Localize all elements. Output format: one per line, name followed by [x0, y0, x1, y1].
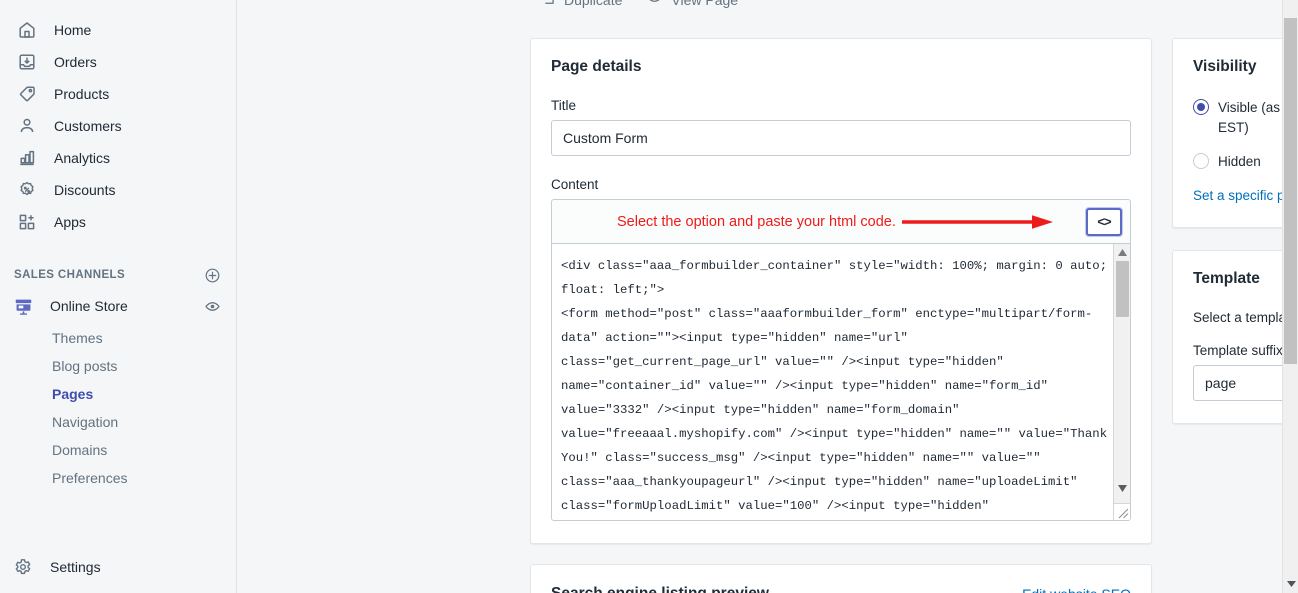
sidebar-item-label: Discounts — [54, 182, 116, 198]
scrollbar-thumb[interactable] — [1116, 261, 1129, 317]
eye-icon[interactable] — [202, 296, 222, 316]
sidebar-item-label: Home — [54, 22, 92, 38]
annotation-arrow-icon — [901, 214, 1053, 229]
scroll-up-icon[interactable] — [1114, 244, 1130, 260]
content-columns: Page details Title Content Select the op… — [237, 0, 1298, 593]
sidebar-item-label: Settings — [50, 559, 101, 575]
shopify-admin-page: Home Orders Products Customers Analytics… — [0, 0, 1298, 593]
annotation-overlay: Select the option and paste your html co… — [617, 214, 1054, 230]
radio-visible[interactable] — [1193, 99, 1209, 115]
content-editor: Select the option and paste your html co… — [551, 199, 1131, 521]
customers-icon — [16, 115, 38, 137]
sidebar-item-home[interactable]: Home — [4, 14, 228, 46]
title-input[interactable] — [551, 120, 1131, 156]
gear-icon — [12, 556, 34, 578]
sidebar-item-products[interactable]: Products — [4, 78, 228, 110]
page-scrollbar-thumb[interactable] — [1284, 18, 1297, 364]
page-scroll-down-icon[interactable] — [1283, 576, 1298, 592]
right-column: Visibility Visible (as of 2018-02-27 6:0… — [1172, 38, 1298, 593]
online-store-icon — [12, 295, 34, 317]
duplicate-button[interactable]: Duplicate — [539, 0, 622, 11]
view-page-label: View Page — [671, 0, 739, 8]
content-field-label: Content — [551, 177, 599, 192]
sidebar-item-label: Apps — [54, 214, 86, 230]
sidebar-item-orders[interactable]: Orders — [4, 46, 228, 78]
analytics-bar-chart-icon — [16, 147, 38, 169]
annotation-text: Select the option and paste your html co… — [617, 213, 896, 230]
code-button-glyph: <> — [1097, 214, 1111, 229]
sidebar-item-pages[interactable]: Pages — [0, 380, 236, 408]
discounts-percent-icon — [16, 179, 38, 201]
textarea-resize-grip[interactable] — [1113, 503, 1130, 520]
sidebar-item-themes[interactable]: Themes — [0, 324, 236, 352]
page-scrollbar[interactable] — [1282, 0, 1298, 593]
sidebar-item-label: Customers — [54, 118, 122, 134]
template-suffix-value: page — [1205, 375, 1237, 391]
sidebar-item-label: Analytics — [54, 150, 111, 166]
seo-card: Search engine listing preview Edit websi… — [530, 564, 1152, 593]
left-column: Page details Title Content Select the op… — [530, 38, 1152, 593]
visibility-card: Visibility Visible (as of 2018-02-27 6:0… — [1172, 38, 1298, 228]
sidebar-item-label: Online Store — [50, 298, 128, 314]
html-code-button[interactable]: <> — [1086, 207, 1122, 236]
scroll-down-icon[interactable] — [1114, 480, 1130, 496]
sales-channels-title: SALES CHANNELS — [14, 269, 126, 281]
sidebar-item-apps[interactable]: Apps — [4, 206, 228, 238]
duplicate-icon — [539, 0, 556, 11]
apps-icon — [16, 211, 38, 233]
online-store-subnav: Themes Blog posts Pages Navigation Domai… — [0, 324, 236, 492]
products-tag-icon — [16, 83, 38, 105]
duplicate-label: Duplicate — [564, 0, 623, 8]
sidebar-item-discounts[interactable]: Discounts — [4, 174, 228, 206]
radio-hidden[interactable] — [1193, 153, 1209, 169]
plus-circle-icon[interactable] — [202, 265, 222, 285]
primary-nav: Home Orders Products Customers Analytics… — [0, 0, 236, 238]
sidebar-item-preferences[interactable]: Preferences — [0, 464, 236, 492]
textarea-scrollbar[interactable] — [1113, 244, 1130, 520]
seo-card-title: Search engine listing preview — [551, 585, 769, 593]
title-field-label: Title — [551, 98, 577, 113]
edit-website-seo-link[interactable]: Edit website SEO — [1022, 586, 1131, 593]
orders-icon — [16, 51, 38, 73]
page-details-card: Page details Title Content Select the op… — [530, 38, 1152, 544]
radio-hidden-label: Hidden — [1218, 154, 1261, 169]
sidebar: Home Orders Products Customers Analytics… — [0, 0, 237, 593]
main-content: Duplicate View Page Page details Title C… — [237, 0, 1298, 593]
sidebar-item-blog-posts[interactable]: Blog posts — [0, 352, 236, 380]
editor-toolbar: Select the option and paste your html co… — [551, 199, 1131, 243]
sidebar-item-settings[interactable]: Settings — [0, 551, 236, 583]
view-page-button[interactable]: View Page — [646, 0, 738, 11]
sales-channels-header: SALES CHANNELS — [0, 264, 236, 286]
sidebar-item-label: Products — [54, 86, 110, 102]
sidebar-item-label: Orders — [54, 54, 97, 70]
sidebar-item-customers[interactable]: Customers — [4, 110, 228, 142]
code-text: <div class="aaa_formbuilder_container" s… — [561, 259, 1108, 513]
sidebar-item-analytics[interactable]: Analytics — [4, 142, 228, 174]
template-card: Template Select a template for this page… — [1172, 250, 1298, 424]
sidebar-item-navigation[interactable]: Navigation — [0, 408, 236, 436]
page-toolbar: Duplicate View Page — [539, 0, 738, 11]
html-code-textarea[interactable]: <div class="aaa_formbuilder_container" s… — [551, 243, 1131, 521]
home-icon — [16, 19, 38, 41]
page-title: Page details — [551, 58, 642, 75]
eye-icon — [646, 0, 663, 11]
sidebar-item-online-store[interactable]: Online Store — [0, 290, 236, 322]
sidebar-item-domains[interactable]: Domains — [0, 436, 236, 464]
